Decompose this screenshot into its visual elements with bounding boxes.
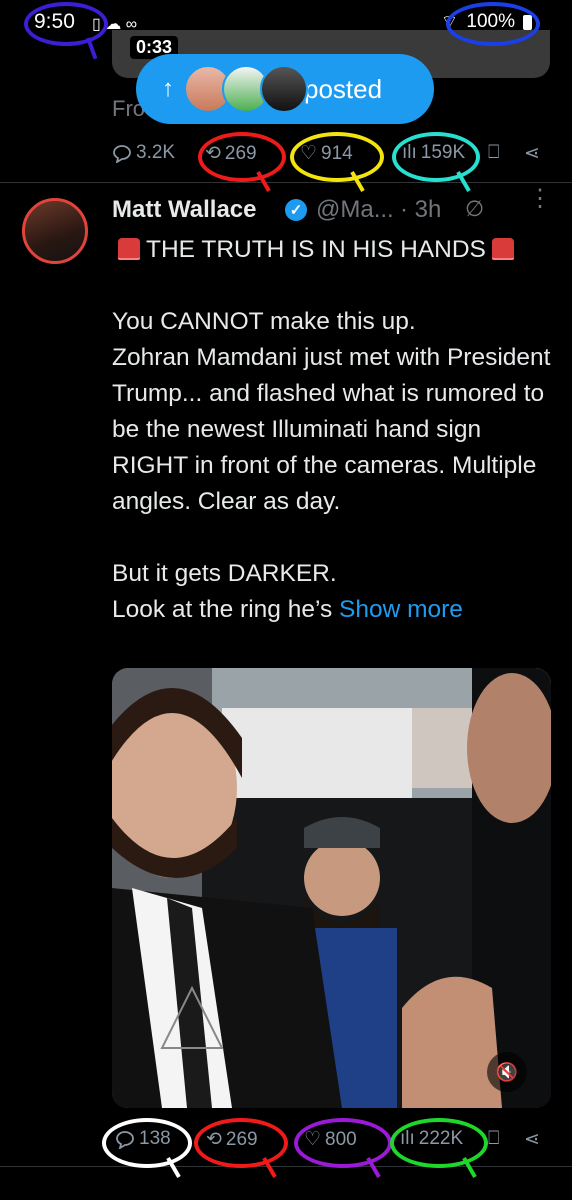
- repost-icon: ⟲: [205, 143, 221, 164]
- reply-button[interactable]: 3.2K: [112, 142, 175, 164]
- tweet-headline: THE TRUTH IS IN HIS HANDS: [112, 232, 552, 268]
- views-button[interactable]: ılı 222K: [400, 1128, 463, 1150]
- reply-button[interactable]: 138: [115, 1128, 171, 1150]
- para2-line2: Look at the ring he’s Show more: [112, 592, 552, 628]
- author-name[interactable]: Matt Wallace: [112, 196, 256, 224]
- tweet-time: · 3h: [400, 196, 442, 223]
- para1-rest: Zohran Mamdani just met with President T…: [112, 344, 551, 515]
- posted-label: posted: [304, 73, 383, 104]
- annotation-tail: [166, 1157, 181, 1179]
- reply-count: 138: [139, 1128, 171, 1149]
- mute-icon[interactable]: 🔇: [487, 1052, 527, 1092]
- para1-line1: You CANNOT make this up.: [112, 308, 416, 335]
- grok-icon[interactable]: ∅: [465, 196, 484, 222]
- show-more-link[interactable]: Show more: [339, 596, 463, 623]
- reply-icon: [116, 1131, 134, 1149]
- para2-line1: But it gets DARKER.: [112, 560, 337, 587]
- bookmark-button[interactable]: ⎕: [488, 142, 499, 164]
- share-button[interactable]: ⋖: [524, 142, 540, 165]
- like-button[interactable]: ♡ 914: [300, 142, 353, 165]
- divider: [0, 182, 572, 183]
- like-button[interactable]: ♡ 800: [304, 1128, 357, 1151]
- avatar: [260, 65, 308, 113]
- annotation-tail: [366, 1157, 381, 1179]
- chart-icon: ılı: [402, 142, 417, 163]
- battery-icon: [523, 14, 532, 30]
- repost-button[interactable]: ⟲ 269: [206, 1128, 258, 1151]
- author-handle[interactable]: @Ma...: [316, 196, 394, 224]
- headline-text: THE TRUTH IS IN HIS HANDS: [146, 236, 486, 263]
- annotation-tail: [86, 37, 98, 60]
- bookmark-button[interactable]: ⎕: [488, 1128, 499, 1150]
- divider: [0, 1166, 572, 1167]
- repost-icon: ⟲: [206, 1129, 222, 1150]
- photo-illustration: [112, 668, 551, 1108]
- share-icon: ⋖: [524, 143, 540, 164]
- new-posts-pill[interactable]: ↑ posted: [136, 54, 434, 124]
- reply-count: 3.2K: [136, 142, 176, 163]
- annotation-tail: [262, 1157, 277, 1179]
- avatar-stack: [184, 54, 308, 124]
- annotation-tail: [462, 1157, 477, 1179]
- share-icon: ⋖: [524, 1129, 540, 1150]
- siren-icon: [118, 238, 140, 260]
- more-options-icon[interactable]: ⋮: [528, 187, 552, 211]
- share-button[interactable]: ⋖: [524, 1128, 540, 1151]
- bookmark-icon: ⎕: [488, 142, 500, 163]
- chart-icon: ılı: [400, 1128, 415, 1149]
- views-count: 222K: [418, 1128, 464, 1149]
- siren-icon: [491, 238, 514, 260]
- para2-rest: Look at the ring he’s: [112, 596, 333, 623]
- bookmark-icon: ⎕: [488, 1128, 500, 1149]
- like-count: 800: [325, 1128, 357, 1150]
- verified-badge-icon: ✓: [285, 199, 307, 221]
- repost-button[interactable]: ⟲ 269: [205, 142, 257, 165]
- tweet-media[interactable]: 🔇: [112, 668, 551, 1108]
- arrow-up-icon: ↑: [162, 75, 174, 102]
- heart-icon: ♡: [304, 1129, 322, 1150]
- reply-icon: [113, 145, 131, 163]
- views-button[interactable]: ılı 159K: [402, 142, 465, 164]
- views-count: 159K: [420, 142, 466, 163]
- status-time: 9:50: [34, 10, 75, 33]
- repost-count: 269: [225, 1128, 258, 1150]
- like-count: 914: [321, 142, 353, 164]
- author-avatar[interactable]: [22, 198, 88, 264]
- tweet-body: THE TRUTH IS IN HIS HANDS You CANNOT mak…: [112, 232, 552, 628]
- heart-icon: ♡: [300, 143, 318, 164]
- repost-count: 269: [224, 142, 257, 164]
